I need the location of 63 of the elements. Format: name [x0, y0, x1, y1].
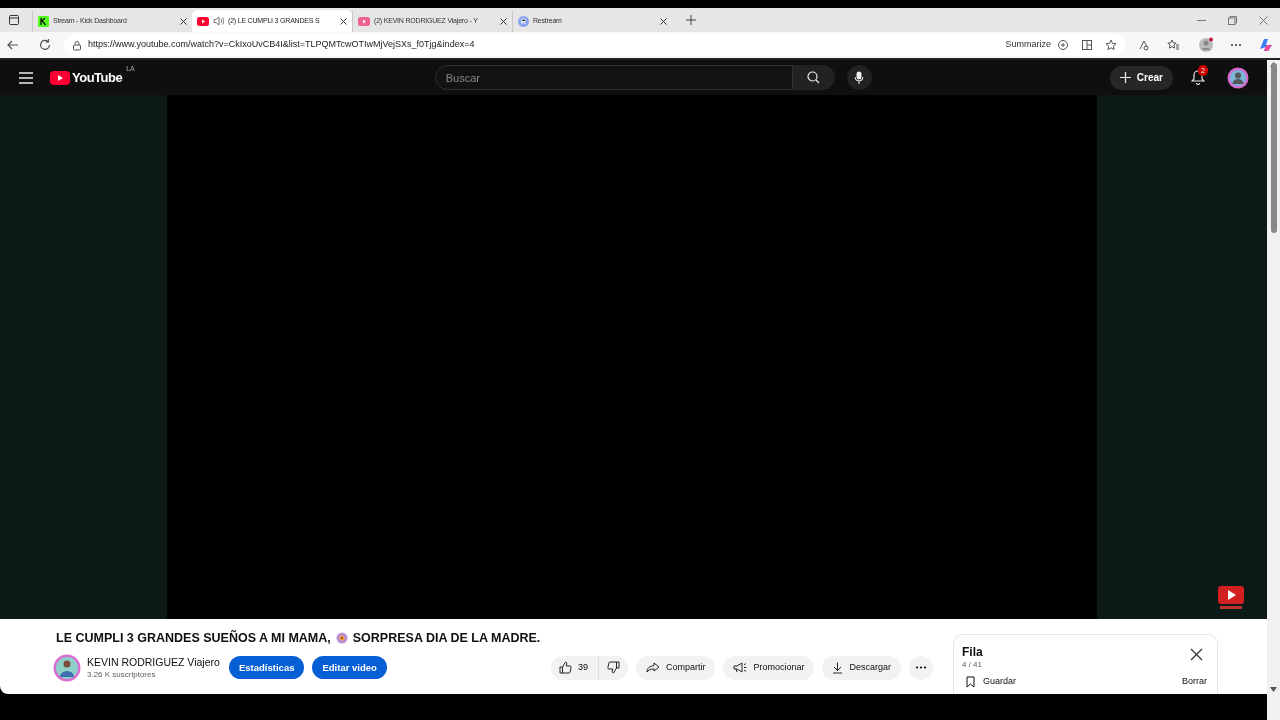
download-button[interactable]: Descargar	[822, 655, 901, 680]
url-text[interactable]: https://www.youtube.com/watch?v=CkIxoUvCB4I&list=TLPQMTcwOTIwMjVejSXs_f0Tjg&index=4	[88, 38, 1000, 52]
microphone-icon	[854, 70, 865, 85]
search-button[interactable]	[792, 65, 835, 90]
channel-action-button[interactable]: Editar video	[312, 656, 387, 680]
youtube-logo[interactable]: YouTube	[50, 67, 123, 88]
video-title-continuation: SORPRESA DIA DE LA MADRE.	[352, 630, 541, 647]
copilot-icon[interactable]	[1258, 37, 1274, 53]
close-icon[interactable]	[180, 17, 187, 25]
video-title: LE CUMPLI 3 GRANDES SUEÑOS A MI MAMA,	[56, 629, 331, 647]
scroll-down-icon[interactable]	[1270, 687, 1277, 692]
megaphone-icon	[733, 662, 748, 674]
close-window-icon[interactable]	[1259, 15, 1268, 25]
summarize-button[interactable]: Summarize	[1005, 38, 1051, 52]
channel-avatar-icon[interactable]	[53, 653, 81, 682]
promote-button[interactable]: Promocionar	[723, 655, 815, 680]
create-button[interactable]: Crear	[1109, 65, 1173, 90]
restream-logo-icon	[518, 15, 529, 27]
thumbs-up-icon	[558, 661, 572, 675]
download-icon	[832, 661, 844, 674]
close-icon[interactable]	[500, 17, 507, 25]
tab-actions-icon[interactable]	[8, 14, 20, 26]
split-screen-icon[interactable]	[1081, 39, 1093, 51]
address-bar[interactable]: https://www.youtube.com/watch?v=CkIxoUvCB4I&list=TLPQMTcwOTIwMjVejSXs_f0Tjg&index=4 Summarize	[64, 34, 1125, 56]
clear-button[interactable]: Borrar	[1182, 675, 1207, 689]
lock-icon[interactable]	[72, 39, 82, 51]
reload-icon[interactable]	[38, 38, 52, 52]
more-icon[interactable]	[1230, 43, 1242, 47]
search-icon	[807, 71, 821, 84]
menu-icon[interactable]	[18, 71, 34, 84]
emoji-icon	[335, 632, 348, 645]
new-tab-icon[interactable]	[686, 15, 696, 25]
close-icon[interactable]	[660, 17, 667, 25]
plus-icon	[1119, 72, 1131, 83]
favorites-icon[interactable]	[1167, 39, 1180, 51]
more-icon	[915, 666, 927, 670]
youtube-logo-icon	[197, 16, 209, 26]
search-field[interactable]: Buscar	[434, 65, 793, 90]
share-arrow-icon	[645, 662, 660, 674]
bookmark-icon	[966, 675, 975, 688]
channel-action-button[interactable]: Estadísticas	[229, 656, 305, 680]
save-button[interactable]: Guardar	[962, 675, 1017, 689]
channel-name[interactable]: KEVIN RODRIGUEZ Viajero	[87, 655, 227, 669]
subscriber-count: 3.26 K suscriptores	[87, 668, 157, 680]
scrollbar[interactable]	[1267, 60, 1280, 720]
back-icon[interactable]	[6, 38, 20, 52]
avatar-icon[interactable]	[1227, 66, 1249, 89]
queue-title: Fila	[962, 645, 984, 659]
studio-logo-icon	[358, 16, 370, 26]
play-logo-icon	[50, 70, 70, 85]
channel-watermark-icon[interactable]	[1217, 585, 1245, 611]
close-icon[interactable]	[340, 17, 347, 25]
restore-icon[interactable]	[1228, 15, 1237, 25]
bell-icon[interactable]	[1191, 69, 1205, 85]
voice-search-button[interactable]	[846, 65, 872, 90]
thumbs-down-icon	[606, 661, 620, 675]
profile-icon[interactable]	[1198, 37, 1214, 53]
speaker-icon[interactable]	[213, 16, 224, 26]
queue-position: 4 / 41	[962, 659, 983, 671]
star-icon[interactable]	[1105, 39, 1117, 51]
share-button[interactable]: Compartir	[635, 655, 716, 680]
close-icon[interactable]	[1190, 648, 1203, 661]
kick-logo-icon	[38, 15, 49, 27]
